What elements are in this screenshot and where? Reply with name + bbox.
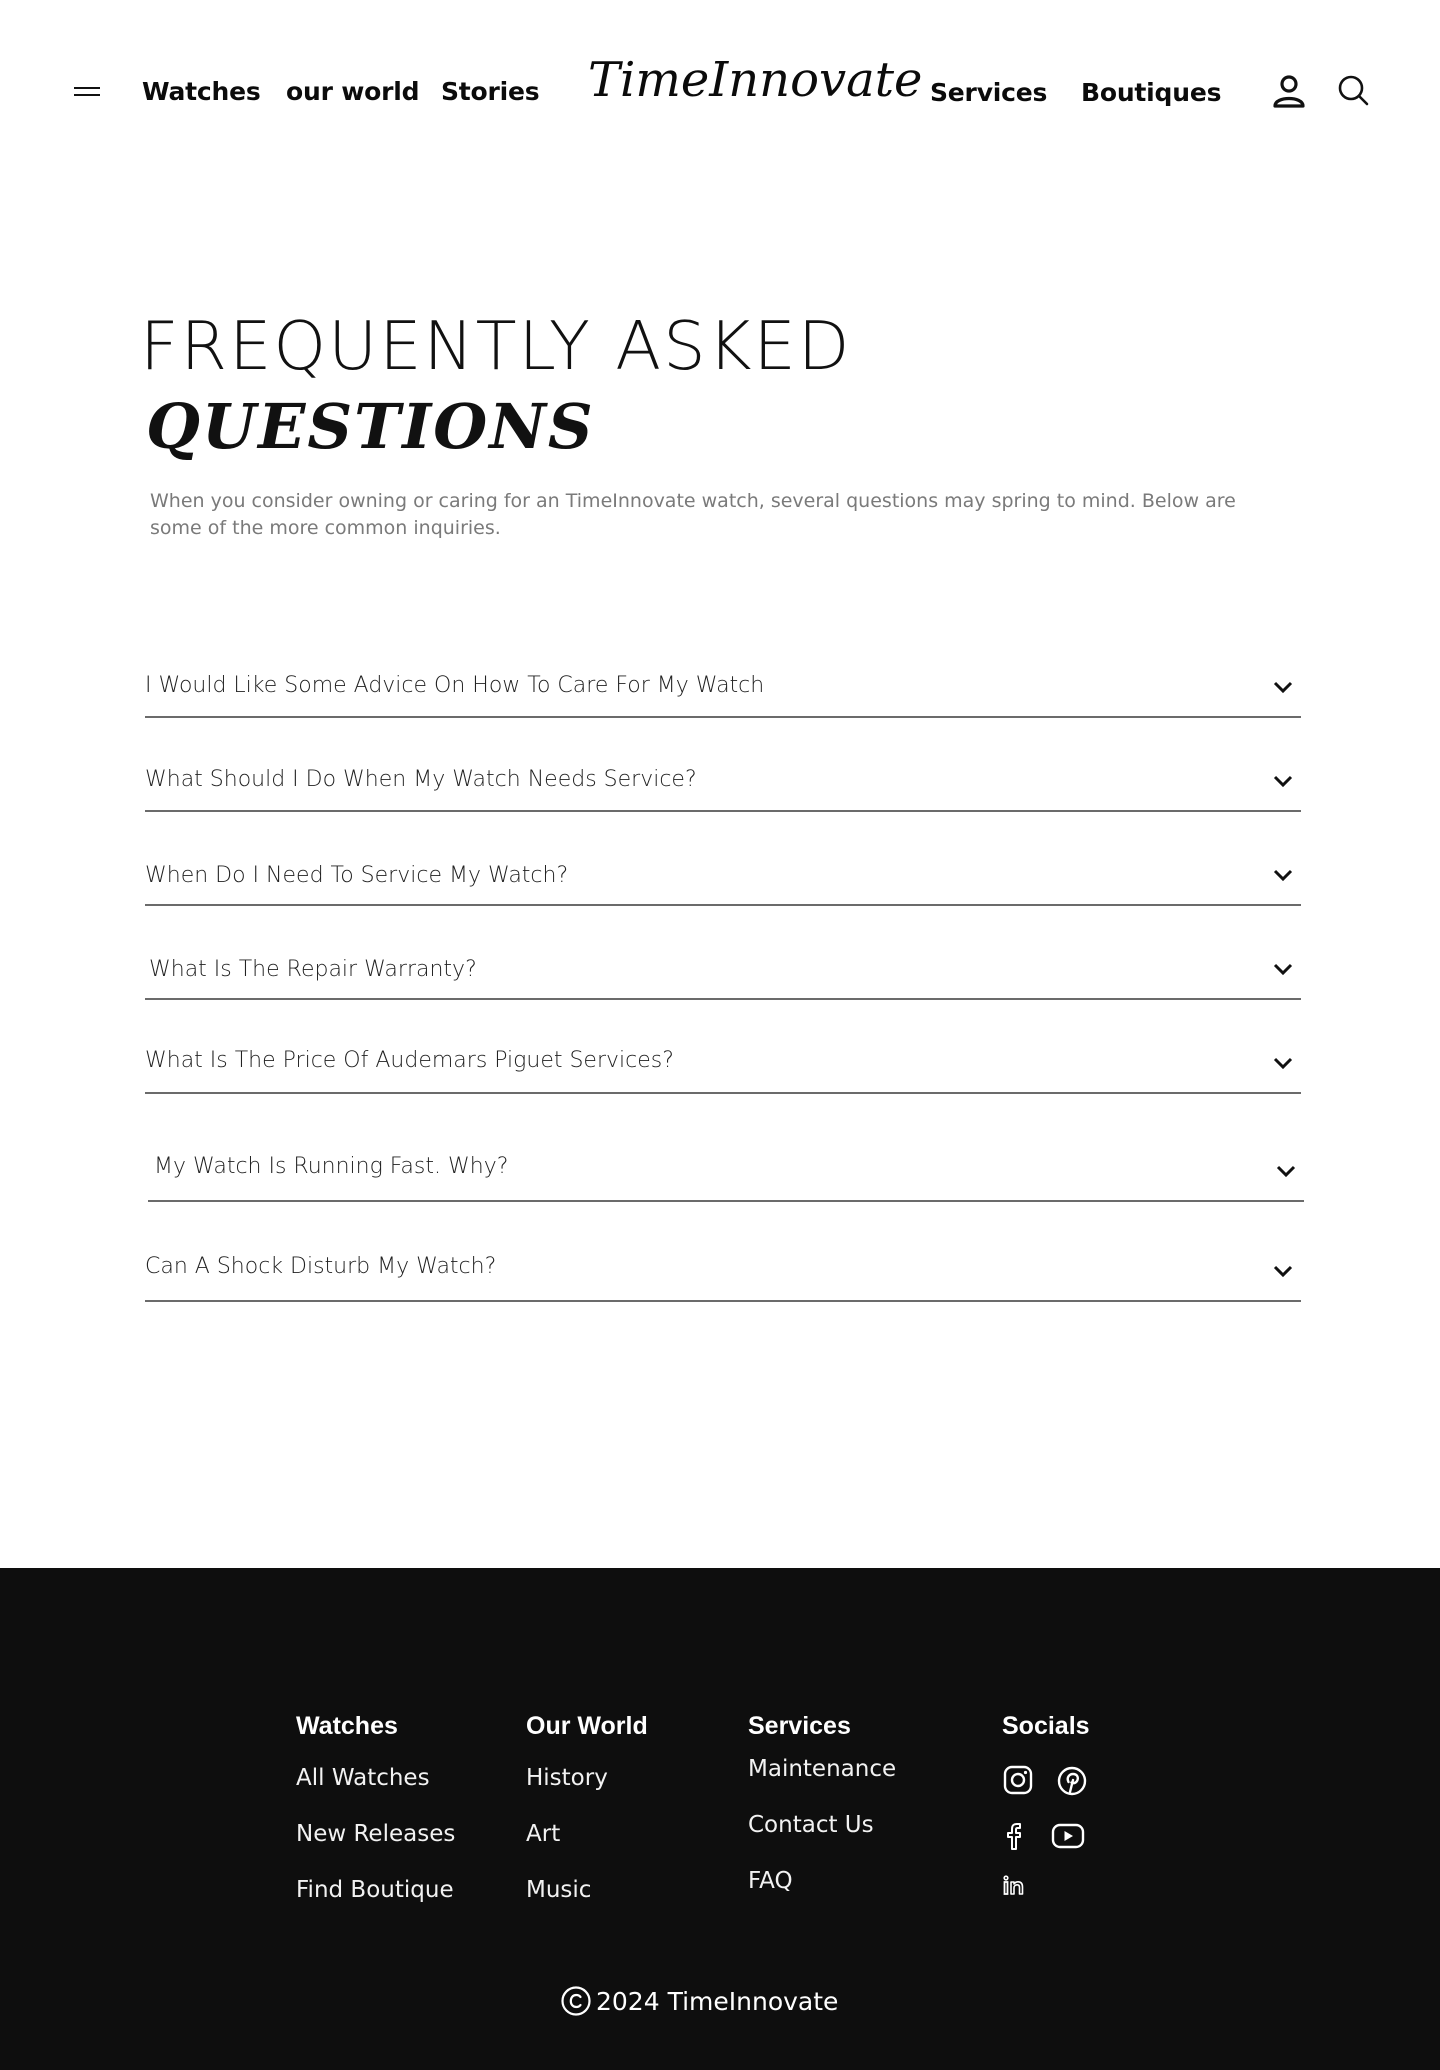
page-title-line1: FREQUENTLY ASKED bbox=[140, 307, 852, 385]
footer-link[interactable]: FAQ bbox=[748, 1866, 793, 1896]
nav-link-watches[interactable]: Watches bbox=[142, 77, 261, 107]
faq-item[interactable]: When Do I Need To Service My Watch? bbox=[145, 846, 1301, 906]
faq-item[interactable]: My Watch Is Running Fast. Why? bbox=[148, 1142, 1304, 1202]
faq-item[interactable]: What Is The Repair Warranty? bbox=[145, 940, 1301, 1000]
faq-question: What Is The Repair Warranty? bbox=[149, 957, 477, 982]
faq-item[interactable]: What Is The Price Of Audemars Piguet Ser… bbox=[145, 1034, 1301, 1094]
copyright-text: 2024 TimeInnovate bbox=[596, 1986, 839, 2016]
nav-link-our-world[interactable]: our world bbox=[286, 77, 419, 107]
footer-link[interactable]: Maintenance bbox=[748, 1754, 896, 1784]
user-icon[interactable] bbox=[1270, 72, 1308, 110]
chevron-down-icon bbox=[1276, 1165, 1296, 1178]
nav-link-services[interactable]: Services bbox=[930, 78, 1047, 108]
intro-text: When you consider owning or caring for a… bbox=[150, 490, 1236, 539]
brand-logo[interactable]: TimeInnovate bbox=[588, 50, 922, 110]
footer-heading: Socials bbox=[1002, 1712, 1090, 1740]
footer-link[interactable]: Find Boutique bbox=[296, 1875, 454, 1905]
chevron-down-icon bbox=[1273, 1057, 1293, 1070]
faq-question: What Should I Do When My Watch Needs Ser… bbox=[145, 767, 697, 792]
footer-link[interactable]: Music bbox=[526, 1875, 591, 1905]
divider bbox=[148, 1200, 1304, 1202]
page-title-line2: QUESTIONS bbox=[146, 390, 595, 463]
nav-link-boutiques[interactable]: Boutiques bbox=[1081, 78, 1221, 108]
footer-heading: Our World bbox=[526, 1712, 648, 1740]
faq-item[interactable]: I Would Like Some Advice On How To Care … bbox=[145, 658, 1301, 718]
faq-question: My Watch Is Running Fast. Why? bbox=[154, 1154, 509, 1179]
faq-question: What Is The Price Of Audemars Piguet Ser… bbox=[145, 1048, 674, 1073]
nav-link-stories[interactable]: Stories bbox=[441, 77, 540, 107]
divider bbox=[145, 998, 1301, 1000]
faq-item[interactable]: Can A Shock Disturb My Watch? bbox=[145, 1242, 1301, 1302]
copyright: 2024 TimeInnovate bbox=[560, 1983, 838, 2019]
footer-link[interactable]: Contact Us bbox=[748, 1810, 874, 1840]
divider bbox=[145, 904, 1301, 906]
footer-link[interactable]: New Releases bbox=[296, 1819, 455, 1849]
hamburger-menu-icon[interactable] bbox=[72, 84, 102, 100]
divider bbox=[145, 1300, 1301, 1302]
instagram-icon[interactable] bbox=[1002, 1764, 1034, 1796]
youtube-icon[interactable] bbox=[1051, 1822, 1085, 1850]
divider bbox=[145, 1092, 1301, 1094]
search-icon[interactable] bbox=[1336, 73, 1370, 107]
divider bbox=[145, 716, 1301, 718]
chevron-down-icon bbox=[1273, 869, 1293, 882]
faq-item[interactable]: What Should I Do When My Watch Needs Ser… bbox=[145, 752, 1301, 812]
faq-question: When Do I Need To Service My Watch? bbox=[145, 863, 569, 888]
chevron-down-icon bbox=[1273, 681, 1293, 694]
chevron-down-icon bbox=[1273, 1265, 1293, 1278]
copyright-icon bbox=[561, 1986, 591, 2016]
linkedin-icon[interactable] bbox=[1002, 1874, 1026, 1898]
footer-heading: Watches bbox=[296, 1712, 398, 1740]
site-header: Watches our world Stories TimeInnovate S… bbox=[0, 0, 1440, 180]
pinterest-icon[interactable] bbox=[1056, 1765, 1088, 1797]
faq-question: I Would Like Some Advice On How To Care … bbox=[145, 673, 765, 698]
divider bbox=[145, 810, 1301, 812]
faq-question: Can A Shock Disturb My Watch? bbox=[145, 1254, 497, 1279]
footer-link[interactable]: Art bbox=[526, 1819, 560, 1849]
chevron-down-icon bbox=[1273, 775, 1293, 788]
chevron-down-icon bbox=[1273, 963, 1293, 976]
facebook-icon[interactable] bbox=[1002, 1820, 1026, 1852]
site-footer: Watches All Watches New Releases Find Bo… bbox=[0, 1568, 1440, 2070]
footer-heading: Services bbox=[748, 1712, 851, 1740]
footer-link[interactable]: All Watches bbox=[296, 1763, 430, 1793]
footer-link[interactable]: History bbox=[526, 1763, 608, 1793]
